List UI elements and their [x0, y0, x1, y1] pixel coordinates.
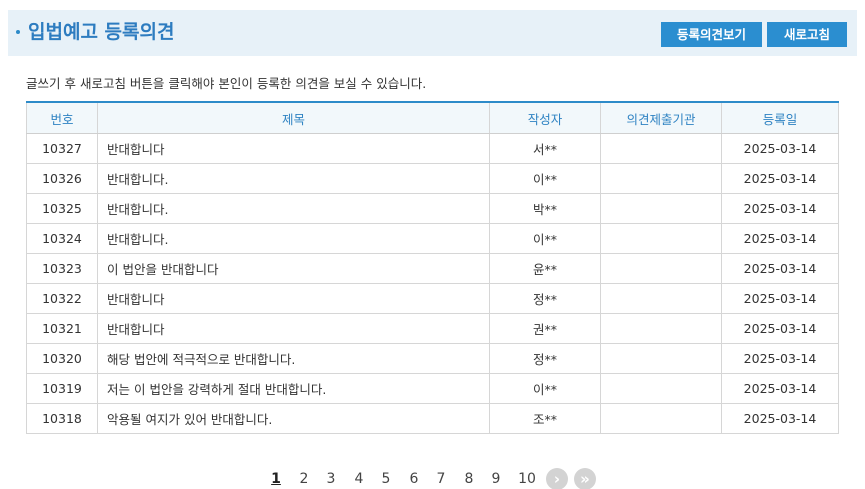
- cell-author: 서**: [489, 133, 601, 164]
- cell-title[interactable]: 반대합니다.: [97, 193, 490, 224]
- cell-number: 10325: [26, 193, 98, 224]
- page-link[interactable]: 1: [266, 468, 286, 489]
- cell-number: 10327: [26, 133, 98, 164]
- cell-number: 10323: [26, 253, 98, 284]
- cell-date: 2025-03-14: [721, 373, 839, 404]
- view-opinions-button[interactable]: 등록의견보기: [661, 22, 762, 47]
- cell-title[interactable]: 반대합니다: [97, 313, 490, 344]
- cell-organization: [600, 223, 722, 254]
- cell-organization: [600, 283, 722, 314]
- cell-date: 2025-03-14: [721, 313, 839, 344]
- column-header-author: 작성자: [489, 101, 601, 134]
- cell-number: 10324: [26, 223, 98, 254]
- cell-number: 10319: [26, 373, 98, 404]
- cell-number: 10321: [26, 313, 98, 344]
- table-body: 10327 반대합니다 서** 2025-03-14 10326 반대합니다. 이** 202…: [26, 133, 839, 434]
- cell-number: 10326: [26, 163, 98, 194]
- page-link[interactable]: 3: [321, 468, 341, 489]
- page-link[interactable]: 6: [404, 468, 424, 489]
- cell-title[interactable]: 반대합니다: [97, 283, 490, 314]
- cell-date: 2025-03-14: [721, 133, 839, 164]
- table-row[interactable]: 10318 악용될 여지가 있어 반대합니다. 조** 2025-03-14: [26, 403, 839, 434]
- refresh-button[interactable]: 새로고침: [767, 22, 847, 47]
- cell-number: 10322: [26, 283, 98, 314]
- table-row[interactable]: 10319 저는 이 법안을 강력하게 절대 반대합니다. 이** 2025-03-1…: [26, 373, 839, 404]
- cell-date: 2025-03-14: [721, 253, 839, 284]
- cell-date: 2025-03-14: [721, 193, 839, 224]
- cell-title[interactable]: 반대합니다.: [97, 223, 490, 254]
- cell-title[interactable]: 저는 이 법안을 강력하게 절대 반대합니다.: [97, 373, 490, 404]
- page-title: 입법예고 등록의견: [28, 21, 175, 43]
- table-row[interactable]: 10321 반대합니다 권** 2025-03-14: [26, 313, 839, 344]
- table-row[interactable]: 10326 반대합니다. 이** 2025-03-14: [26, 163, 839, 194]
- page-link[interactable]: 2: [294, 468, 314, 489]
- table-row[interactable]: 10327 반대합니다 서** 2025-03-14: [26, 133, 839, 164]
- page-link[interactable]: 8: [459, 468, 479, 489]
- cell-organization: [600, 193, 722, 224]
- cell-title[interactable]: 반대합니다: [97, 133, 490, 164]
- cell-organization: [600, 343, 722, 374]
- cell-title[interactable]: 반대합니다.: [97, 163, 490, 194]
- cell-title[interactable]: 악용될 여지가 있어 반대합니다.: [97, 403, 490, 434]
- cell-date: 2025-03-14: [721, 343, 839, 374]
- page: 입법예고 등록의견 등록의견보기 새로고침 글쓰기 후 새로고침 버튼을 클릭해…: [0, 0, 865, 489]
- cell-author: 정**: [489, 343, 601, 374]
- page-link[interactable]: 7: [431, 468, 451, 489]
- cell-organization: [600, 133, 722, 164]
- page-link[interactable]: 4: [349, 468, 369, 489]
- cell-author: 이**: [489, 223, 601, 254]
- cell-author: 정**: [489, 283, 601, 314]
- table-row[interactable]: 10325 반대합니다. 박** 2025-03-14: [26, 193, 839, 224]
- cell-author: 이**: [489, 163, 601, 194]
- cell-date: 2025-03-14: [721, 163, 839, 194]
- cell-author: 박**: [489, 193, 601, 224]
- cell-author: 윤**: [489, 253, 601, 284]
- cell-title[interactable]: 해당 법안에 적극적으로 반대합니다.: [97, 343, 490, 374]
- cell-date: 2025-03-14: [721, 403, 839, 434]
- cell-organization: [600, 373, 722, 404]
- opinions-table: 번호 제목 작성자 의견제출기관 등록일 10327 반대합니다 서** 2025-0…: [26, 101, 839, 434]
- page-link[interactable]: 5: [376, 468, 396, 489]
- table-row[interactable]: 10323 이 법안을 반대합니다 윤** 2025-03-14: [26, 253, 839, 284]
- cell-organization: [600, 313, 722, 344]
- table-row[interactable]: 10324 반대합니다. 이** 2025-03-14: [26, 223, 839, 254]
- column-header-organization: 의견제출기관: [600, 101, 722, 134]
- table-header-row: 번호 제목 작성자 의견제출기관 등록일: [26, 101, 839, 134]
- table-row[interactable]: 10320 해당 법안에 적극적으로 반대합니다. 정** 2025-03-14: [26, 343, 839, 374]
- last-page-icon[interactable]: »: [574, 468, 596, 489]
- cell-date: 2025-03-14: [721, 283, 839, 314]
- cell-author: 권**: [489, 313, 601, 344]
- column-header-title: 제목: [97, 101, 490, 134]
- column-header-date: 등록일: [721, 101, 839, 134]
- table-row[interactable]: 10322 반대합니다 정** 2025-03-14: [26, 283, 839, 314]
- cell-number: 10318: [26, 403, 98, 434]
- next-page-icon[interactable]: ›: [546, 468, 568, 489]
- column-header-number: 번호: [26, 101, 98, 134]
- cell-title[interactable]: 이 법안을 반대합니다: [97, 253, 490, 284]
- cell-author: 조**: [489, 403, 601, 434]
- cell-date: 2025-03-14: [721, 223, 839, 254]
- refresh-notice: 글쓰기 후 새로고침 버튼을 클릭해야 본인이 등록한 의견을 보실 수 있습니…: [26, 76, 427, 91]
- title-bullet-icon: [16, 30, 20, 34]
- cell-author: 이**: [489, 373, 601, 404]
- cell-organization: [600, 403, 722, 434]
- page-link[interactable]: 10: [517, 468, 537, 489]
- cell-number: 10320: [26, 343, 98, 374]
- page-link[interactable]: 9: [486, 468, 506, 489]
- cell-organization: [600, 163, 722, 194]
- cell-organization: [600, 253, 722, 284]
